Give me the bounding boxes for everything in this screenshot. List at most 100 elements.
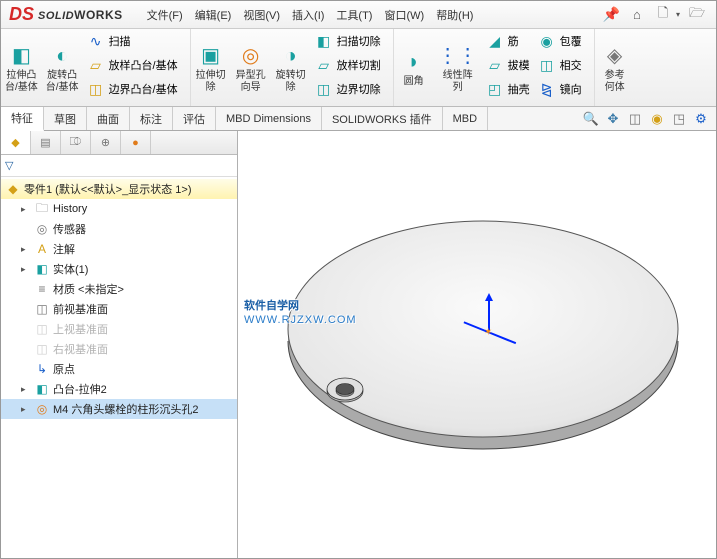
view-toolbar: 🔍 ✥ ◫ ◉ ◳ ⚙: [582, 107, 716, 130]
linear-pattern-button[interactable]: ⋮⋮ 线性阵 列: [434, 29, 482, 106]
tab-mbd-dim[interactable]: MBD Dimensions: [216, 107, 322, 130]
pin-icon[interactable]: 📌: [603, 6, 620, 23]
expand-icon[interactable]: ▸: [21, 204, 31, 215]
fillet-label: 圆角: [404, 76, 424, 88]
zoom-icon[interactable]: 🔍: [582, 110, 600, 128]
boundary-cut-button[interactable]: ◫边界切除: [311, 77, 385, 101]
tab-evaluate[interactable]: 评估: [173, 107, 216, 130]
menu-window[interactable]: 窗口(W): [378, 3, 430, 27]
manager-tabs: ◆ ▤ ⎄ ⊕ ●: [1, 131, 237, 155]
tree-material[interactable]: ≡材质 <未指定>: [1, 279, 237, 299]
draft-button[interactable]: ▱拔模: [482, 53, 534, 77]
menu-view[interactable]: 视图(V): [237, 3, 286, 27]
view-settings-icon[interactable]: ⚙: [692, 110, 710, 128]
boundary-boss-button[interactable]: ◫边界凸台/基体: [83, 77, 182, 101]
shell-button[interactable]: ◰抽壳: [482, 77, 534, 101]
tree-sensors[interactable]: ◎传感器: [1, 219, 237, 239]
solid-icon: ◧: [34, 262, 50, 276]
expand-icon[interactable]: ▸: [21, 404, 31, 415]
swept-cut-button[interactable]: ◧扫描切除: [311, 29, 385, 53]
ref-geo-label: 参考 何体: [605, 70, 625, 94]
intersect-button[interactable]: ◫相交: [534, 53, 586, 77]
graphics-viewport[interactable]: 软件自学网 WWW.RJZXW.COM: [238, 131, 716, 558]
plane-icon: ◫: [34, 302, 50, 316]
feature-manager: ◆ ▤ ⎄ ⊕ ● ▽ ◆ 零件1 (默认<<默认>_显示状态 1>) ▸🗀Hi…: [1, 131, 238, 558]
tab-sketch[interactable]: 草图: [44, 107, 87, 130]
tree-annotations[interactable]: ▸A注解: [1, 239, 237, 259]
revolve-boss-icon: ◐: [56, 42, 68, 70]
origin-icon: ↳: [34, 362, 50, 376]
feature-tree-tab[interactable]: ◆: [1, 131, 31, 154]
command-tabs: 特征 草图 曲面 标注 评估 MBD Dimensions SOLIDWORKS…: [1, 107, 716, 131]
tab-features[interactable]: 特征: [1, 107, 44, 131]
new-doc-icon[interactable]: 🗋: [654, 6, 672, 24]
history-icon: 🗀: [34, 199, 50, 220]
tree-boss-extrude[interactable]: ▸◧凸台-拉伸2: [1, 379, 237, 399]
menu-edit[interactable]: 编辑(E): [189, 3, 238, 27]
annotation-icon: A: [34, 242, 50, 256]
material-label: 材质 <未指定>: [53, 281, 124, 297]
hole-wizard-button[interactable]: ◎ 异型孔 向导: [231, 29, 271, 106]
view-cube-icon[interactable]: ◳: [670, 110, 688, 128]
menu-help[interactable]: 帮助(H): [430, 3, 479, 27]
config-tab[interactable]: ⎄: [61, 131, 91, 154]
boundary-cut-icon: ◫: [315, 81, 333, 98]
lofted-boss-button[interactable]: ▱放样凸台/基体: [83, 53, 182, 77]
revolve-boss-button[interactable]: ◐ 旋转凸 台/基体: [42, 29, 83, 106]
material-icon: ≡: [34, 282, 50, 296]
tab-mbd[interactable]: MBD: [443, 107, 488, 130]
draft-label: 拔模: [508, 57, 530, 73]
swept-boss-button[interactable]: ∿扫描: [83, 29, 182, 53]
tree-history[interactable]: ▸🗀History: [1, 199, 237, 219]
rotate-icon[interactable]: ✥: [604, 110, 622, 128]
watermark: 软件自学网 WWW.RJZXW.COM: [244, 281, 357, 326]
expand-icon[interactable]: ▸: [21, 384, 31, 395]
solidworks-icon: DS: [9, 4, 34, 25]
extrude-boss-button[interactable]: ◧ 拉伸凸 台/基体: [1, 29, 42, 106]
revolve-cut-icon: ◑: [285, 42, 297, 70]
tree-root[interactable]: ◆ 零件1 (默认<<默认>_显示状态 1>): [1, 179, 237, 199]
revolve-boss-label: 旋转凸 台/基体: [46, 70, 79, 94]
dropdown-caret-icon[interactable]: ▾: [676, 10, 680, 19]
tree-plane-hidden2[interactable]: ◫右视基准面: [1, 339, 237, 359]
revolve-cut-button[interactable]: ◑ 旋转切 除: [271, 29, 311, 106]
display-tab[interactable]: ●: [121, 131, 151, 154]
lofted-cut-button[interactable]: ▱放样切割: [311, 53, 385, 77]
tab-addins[interactable]: SOLIDWORKS 插件: [322, 107, 443, 130]
solid-bodies-label: 实体(1): [53, 261, 88, 277]
expand-icon[interactable]: ▸: [21, 244, 31, 255]
tree-origin[interactable]: ↳原点: [1, 359, 237, 379]
rib-button[interactable]: ◢筋: [482, 29, 534, 53]
wrap-button[interactable]: ◉包覆: [534, 29, 586, 53]
tree-plane-hidden[interactable]: ◫上视基准面: [1, 319, 237, 339]
open-icon[interactable]: 🗁: [688, 6, 706, 24]
fillet-button[interactable]: ◗ 圆角: [394, 29, 434, 106]
filter-icon[interactable]: ▽: [5, 159, 13, 172]
dimxpert-tab[interactable]: ⊕: [91, 131, 121, 154]
config-tab-icon: ⎄: [70, 136, 82, 149]
ref-geometry-button[interactable]: ◈ 参考 何体: [595, 29, 635, 106]
tree-front-plane[interactable]: ◫前视基准面: [1, 299, 237, 319]
home-icon[interactable]: ⌂: [628, 6, 646, 24]
intersect-icon: ◫: [538, 57, 556, 74]
menu-insert[interactable]: 插入(I): [286, 3, 330, 27]
tree-solid-bodies[interactable]: ▸◧实体(1): [1, 259, 237, 279]
hole-icon: ◎: [34, 402, 50, 416]
app-logo: DS SOLIDWORKS: [1, 4, 131, 25]
menu-items: 文件(F) 编辑(E) 视图(V) 插入(I) 工具(T) 窗口(W) 帮助(H…: [141, 3, 480, 27]
menu-tools[interactable]: 工具(T): [330, 3, 378, 27]
wrap-label: 包覆: [560, 33, 582, 49]
expand-icon[interactable]: ▸: [21, 264, 31, 275]
menu-file[interactable]: 文件(F): [141, 3, 189, 27]
tab-surfaces[interactable]: 曲面: [87, 107, 130, 130]
section-icon[interactable]: ◫: [626, 110, 644, 128]
property-tab[interactable]: ▤: [31, 131, 61, 154]
swept-cut-label: 扫描切除: [337, 33, 381, 49]
tree-cbore-hole[interactable]: ▸◎M4 六角头螺栓的柱形沉头孔2: [1, 399, 237, 419]
mirror-button[interactable]: ⧎镜向: [534, 77, 586, 101]
display-style-icon[interactable]: ◉: [648, 110, 666, 128]
main-area: ◆ ▤ ⎄ ⊕ ● ▽ ◆ 零件1 (默认<<默认>_显示状态 1>) ▸🗀Hi…: [1, 131, 716, 558]
list-tab-icon: ▤: [40, 136, 50, 149]
extrude-cut-button[interactable]: ▣ 拉伸切 除: [191, 29, 231, 106]
tab-dimxpert[interactable]: 标注: [130, 107, 173, 130]
